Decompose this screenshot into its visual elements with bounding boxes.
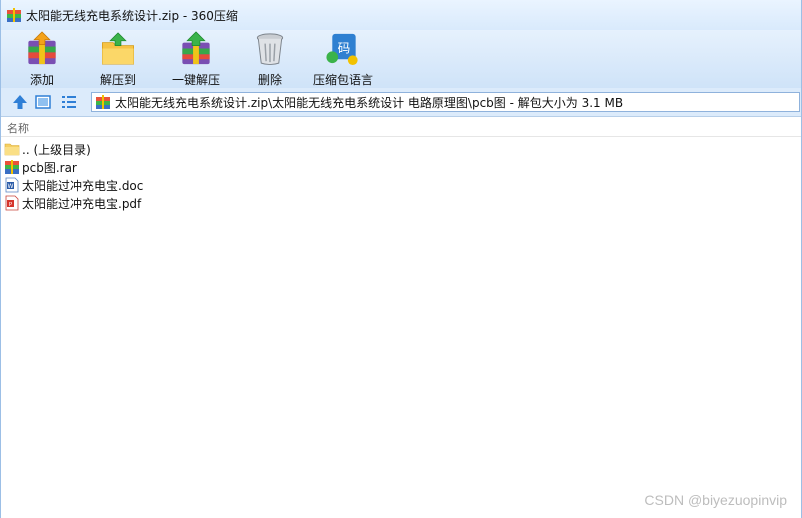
add-button[interactable]: 添加 — [1, 30, 83, 88]
file-name: 太阳能过冲充电宝.doc — [22, 178, 144, 193]
app-window: 太阳能无线充电系统设计.zip - 360压缩 添加 解压到 一键解压 删除 码… — [0, 0, 802, 518]
archive-path-icon — [96, 95, 110, 109]
list-item-pdf[interactable]: P 太阳能过冲充电宝.pdf — [1, 194, 801, 212]
list-view-button[interactable] — [59, 92, 79, 112]
archive-language-icon: 码 — [326, 33, 358, 66]
delete-trash-icon — [256, 33, 284, 66]
watermark: CSDN @biyezuopinvip — [644, 492, 787, 508]
address-path-text: 太阳能无线充电系统设计.zip\太阳能无线充电系统设计 电路原理图\pcb图 -… — [115, 95, 624, 110]
delete-button-label: 删除 — [257, 73, 282, 87]
archive-language-button-label: 压缩包语言 — [312, 73, 373, 87]
list-item-doc[interactable]: W 太阳能过冲充电宝.doc — [1, 176, 801, 194]
thumbnail-view-icon — [35, 95, 51, 109]
address-bar: 太阳能无线充电系统设计.zip\太阳能无线充电系统设计 电路原理图\pcb图 -… — [1, 88, 801, 117]
pdf-document-icon: P — [5, 195, 19, 211]
parent-folder-icon — [4, 143, 20, 156]
add-archive-icon — [28, 31, 56, 65]
list-view-icon — [62, 96, 76, 108]
add-button-label: 添加 — [29, 73, 54, 87]
extract-to-button-label: 解压到 — [99, 73, 136, 87]
column-header[interactable]: 名称 — [1, 117, 801, 137]
window-title: 太阳能无线充电系统设计.zip - 360压缩 — [26, 8, 238, 23]
up-level-button[interactable] — [10, 92, 30, 112]
file-name: pcb图.rar — [22, 160, 77, 175]
file-name: 太阳能过冲充电宝.pdf — [22, 196, 142, 211]
svg-text:W: W — [8, 183, 14, 190]
extract-to-button[interactable]: 解压到 — [83, 30, 153, 88]
column-name-label: 名称 — [7, 122, 29, 135]
list-item-rar[interactable]: pcb图.rar — [1, 158, 801, 176]
list-item-parent-folder[interactable]: .. (上级目录) — [1, 140, 801, 158]
one-click-extract-icon — [182, 31, 210, 65]
one-click-extract-button[interactable]: 一键解压 — [153, 30, 239, 88]
archive-language-button[interactable]: 码 压缩包语言 — [301, 30, 385, 88]
extract-to-icon — [102, 32, 134, 65]
one-click-extract-button-label: 一键解压 — [171, 73, 220, 87]
app-logo-icon — [7, 8, 21, 22]
svg-text:码: 码 — [338, 40, 351, 55]
thumbnail-view-button[interactable] — [33, 92, 53, 112]
delete-button[interactable]: 删除 — [239, 30, 301, 88]
rar-archive-icon — [5, 160, 19, 174]
toolbar: 添加 解压到 一键解压 删除 码 压缩包语言 — [1, 30, 801, 88]
up-arrow-icon — [13, 95, 27, 109]
word-document-icon: W — [5, 177, 19, 193]
file-list: .. (上级目录) pcb图.rar W 太阳能过冲充电宝.doc P 太阳能过… — [1, 140, 801, 212]
title-bar: 太阳能无线充电系统设计.zip - 360压缩 — [1, 0, 801, 30]
address-field[interactable]: 太阳能无线充电系统设计.zip\太阳能无线充电系统设计 电路原理图\pcb图 -… — [91, 92, 800, 112]
file-name: .. (上级目录) — [22, 142, 91, 157]
